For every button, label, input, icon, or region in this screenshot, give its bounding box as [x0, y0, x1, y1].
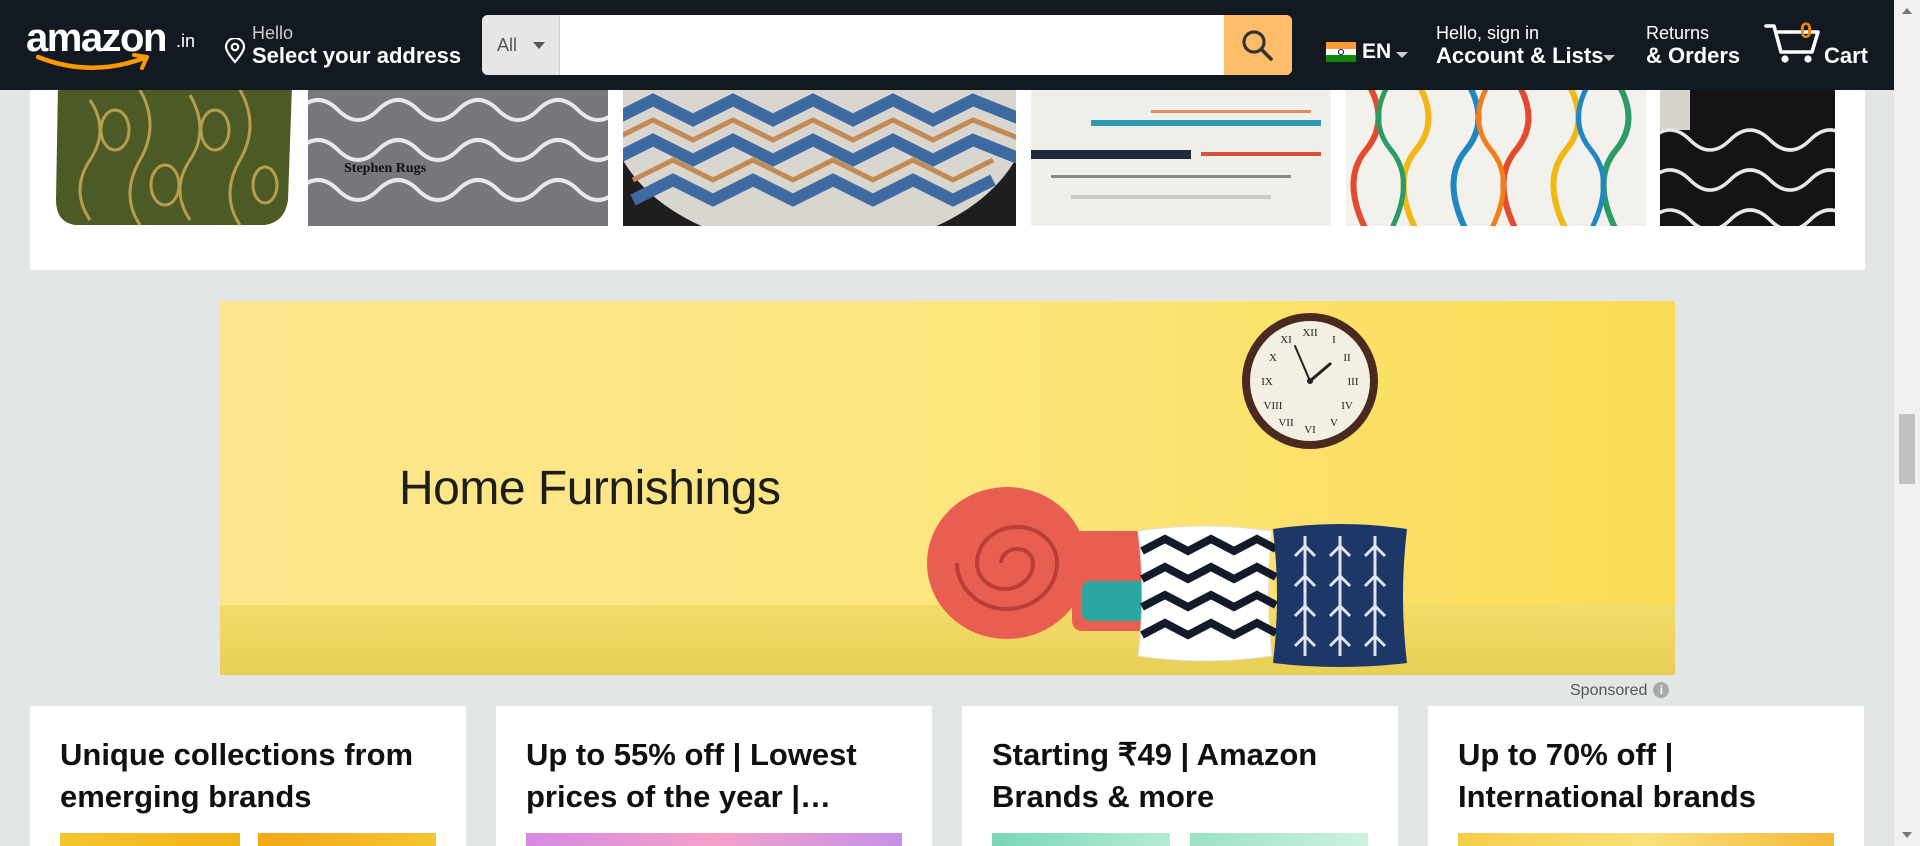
- page-scrollbar[interactable]: [1894, 0, 1920, 846]
- card-title: Unique collections from emerging brands: [60, 737, 414, 814]
- svg-text:VII: VII: [1278, 417, 1294, 429]
- top-nav-bar: amazon .in Hello Select your address All: [0, 0, 1894, 90]
- india-flag-icon: [1326, 42, 1356, 63]
- svg-text:I: I: [1332, 334, 1336, 346]
- amazon-logo[interactable]: amazon .in: [24, 16, 204, 74]
- striped-shaggy-rug-thumb: [1031, 90, 1331, 226]
- card-image: [992, 833, 1170, 846]
- account-greeting: Hello, sign in: [1436, 23, 1540, 43]
- card-title: Starting ₹49 | Amazon Brands & more: [992, 737, 1318, 814]
- address-prompt: Select your address: [252, 43, 462, 68]
- chevron-down-icon: [1396, 52, 1408, 58]
- arrow-pattern-pillow-image: [1273, 524, 1407, 667]
- carousel-item[interactable]: [1031, 90, 1331, 226]
- product-carousel: Stephen Rugs: [30, 90, 1865, 270]
- search-category-dropdown[interactable]: All: [482, 15, 560, 75]
- svg-text:V: V: [1330, 417, 1338, 429]
- card-image: [258, 833, 436, 846]
- card-image: [1458, 833, 1834, 846]
- round-geometric-rug-thumb: [623, 90, 1016, 226]
- rolled-blanket-image: [927, 487, 1152, 639]
- smile-arrow-icon: [36, 53, 149, 70]
- search-input[interactable]: [560, 15, 1224, 75]
- cart-count: 0: [1799, 18, 1813, 43]
- carousel-item[interactable]: [1660, 90, 1835, 226]
- search-button[interactable]: [1224, 15, 1292, 75]
- banner-headline: Home Furnishings: [399, 462, 781, 515]
- svg-text:IV: IV: [1341, 400, 1353, 412]
- svg-text:X: X: [1269, 352, 1277, 364]
- wall-clock-image: XIIIIIVIIX IIIIVV VIIVIIIXXI: [1242, 313, 1378, 449]
- chevron-down-icon: [533, 42, 545, 49]
- black-trellis-rug-thumb: [1660, 90, 1835, 226]
- svg-text:II: II: [1343, 352, 1351, 364]
- card-image: [60, 833, 240, 846]
- scroll-up-arrow-icon[interactable]: [1902, 8, 1912, 14]
- scroll-down-arrow-icon[interactable]: [1902, 832, 1912, 838]
- cart-button[interactable]: 0 Cart: [1764, 12, 1874, 72]
- sponsored-text: Sponsored: [1570, 682, 1648, 699]
- sponsored-label[interactable]: Sponsored i: [1570, 682, 1670, 700]
- info-icon[interactable]: i: [1653, 682, 1670, 698]
- deal-card[interactable]: Up to 55% off | Lowest prices of the yea…: [496, 706, 932, 846]
- returns-label: Returns: [1646, 23, 1710, 43]
- carousel-caption: Stephen Rugs: [344, 161, 427, 176]
- svg-text:XII: XII: [1302, 327, 1318, 339]
- logo-tld: .in: [176, 31, 196, 51]
- svg-text:VIII: VIII: [1264, 400, 1283, 412]
- green-brocade-cushion-cover-thumb: [30, 90, 295, 226]
- orders-label: & Orders: [1646, 43, 1741, 68]
- chevron-down-icon: [1603, 55, 1615, 61]
- scrollbar-thumb[interactable]: [1899, 414, 1915, 484]
- home-furnishings-banner[interactable]: Home Furnishings XII III VI IX I II IV V VII VI…: [220, 301, 1675, 675]
- carousel-item[interactable]: [1346, 90, 1646, 226]
- carousel-item[interactable]: [623, 90, 1016, 226]
- card-image: [1190, 833, 1368, 846]
- carousel-item[interactable]: Stephen Rugs: [308, 90, 608, 226]
- location-pin-icon: [224, 38, 246, 64]
- search-bar: All: [482, 15, 1292, 75]
- address-greeting: Hello: [252, 23, 294, 43]
- svg-text:III: III: [1348, 376, 1359, 388]
- card-image: [526, 833, 902, 846]
- svg-text:IX: IX: [1261, 376, 1273, 388]
- svg-text:VI: VI: [1304, 424, 1316, 436]
- svg-text:XI: XI: [1280, 334, 1292, 346]
- chevron-pillow-image: [1137, 525, 1278, 662]
- cart-label: Cart: [1824, 43, 1869, 68]
- search-category-label: All: [497, 35, 518, 55]
- deal-card[interactable]: Unique collections from emerging brands: [30, 706, 466, 846]
- account-lists-label: Account & Lists: [1436, 43, 1604, 68]
- card-title: Up to 70% off | International brands: [1458, 737, 1756, 814]
- carousel-item[interactable]: [30, 90, 295, 226]
- card-title: Up to 55% off | Lowest prices of the yea…: [526, 737, 857, 814]
- deal-card[interactable]: Up to 70% off | International brands: [1428, 706, 1864, 846]
- search-icon: [1242, 30, 1273, 61]
- grey-trellis-rug-thumb: Stephen Rugs: [308, 90, 608, 226]
- colorful-moroccan-rug-thumb: [1346, 90, 1646, 226]
- deal-card[interactable]: Starting ₹49 | Amazon Brands & more: [962, 706, 1398, 846]
- language-code: EN: [1362, 40, 1392, 63]
